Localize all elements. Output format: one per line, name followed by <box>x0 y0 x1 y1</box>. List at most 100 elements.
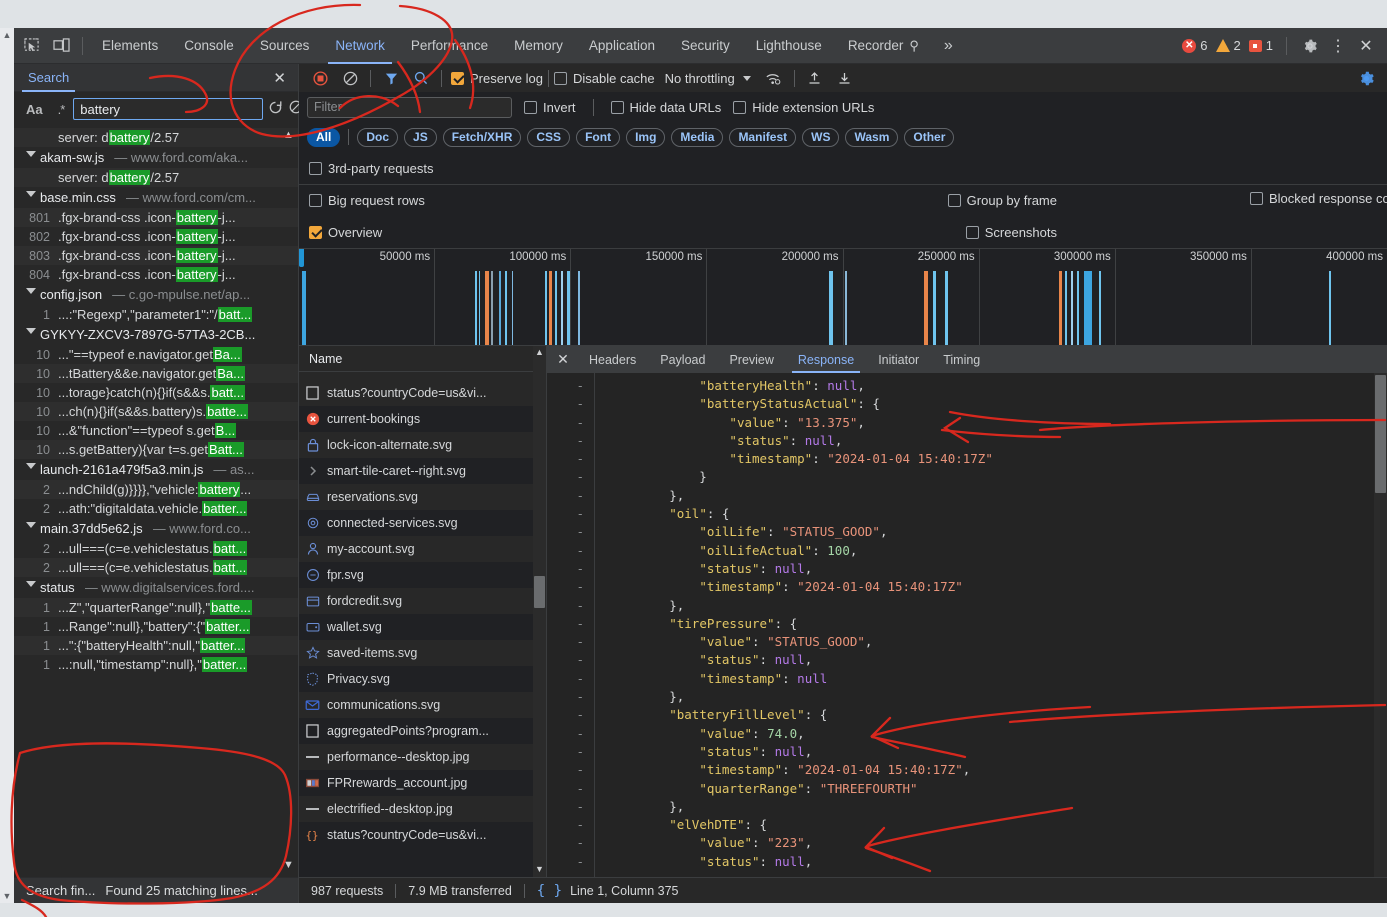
search-result-line[interactable]: 10...&"function"==typeof s.getB... <box>14 421 298 440</box>
tab-elements[interactable]: Elements <box>89 28 171 64</box>
caret-down-icon[interactable] <box>26 328 36 334</box>
tab-performance[interactable]: Performance <box>398 28 501 64</box>
type-filter-js[interactable]: JS <box>404 128 437 147</box>
search-result-line[interactable]: 801.fgx-brand-css .icon-battery-j... <box>14 208 298 227</box>
tab-initiator[interactable]: Initiator <box>866 346 931 373</box>
type-filter-wasm[interactable]: Wasm <box>845 128 898 147</box>
gear-icon[interactable] <box>1297 33 1323 59</box>
search-result-line[interactable]: 1...:"Regexp","parameter1":"/batt... <box>14 305 298 324</box>
search-results-list[interactable]: server: dbattery/2.57akam-sw.js— www.for… <box>14 126 298 877</box>
page-scrollbar[interactable]: ▲ ▼ <box>0 28 14 903</box>
caret-down-icon[interactable] <box>26 581 36 587</box>
caret-down-icon[interactable] <box>26 288 36 294</box>
preserve-log-checkbox[interactable]: Preserve log <box>451 71 543 86</box>
tab-application[interactable]: Application <box>576 28 668 64</box>
search-result-file[interactable]: status— www.digitalservices.ford.... <box>14 577 298 598</box>
search-result-file[interactable]: config.json— c.go-mpulse.net/ap... <box>14 284 298 305</box>
big-request-rows-checkbox[interactable]: Big request rows <box>309 193 425 208</box>
request-row[interactable]: reservations.svg <box>299 484 546 510</box>
refresh-icon[interactable] <box>267 99 284 120</box>
overview-checkbox[interactable]: Overview <box>309 225 382 240</box>
request-row[interactable]: status?countryCode=us&vi... <box>299 380 546 406</box>
regex-toggle[interactable]: .* <box>53 102 70 117</box>
warning-counter[interactable]: 2 <box>1213 38 1244 53</box>
request-row[interactable]: {}status?countryCode=us&vi... <box>299 822 546 848</box>
type-filter-font[interactable]: Font <box>576 128 620 147</box>
search-result-line[interactable]: 802.fgx-brand-css .icon-battery-j... <box>14 227 298 246</box>
record-stop-icon[interactable] <box>305 65 335 91</box>
tab-security[interactable]: Security <box>668 28 743 64</box>
search-result-line[interactable]: 1...:null,"timestamp":null},"batter... <box>14 655 298 674</box>
request-row[interactable]: performance--desktop.jpg <box>299 744 546 770</box>
import-har-icon[interactable] <box>800 65 830 91</box>
request-row[interactable]: fpr.svg <box>299 562 546 588</box>
scroll-up-arrow[interactable]: ▲ <box>3 28 12 42</box>
search-result-line[interactable]: 1...":{"batteryHealth":null,"batter... <box>14 636 298 655</box>
search-result-line[interactable]: 2...ath:"digitaldata.vehicle.batter... <box>14 499 298 518</box>
request-row[interactable]: lock-icon-alternate.svg <box>299 432 546 458</box>
type-filter-manifest[interactable]: Manifest <box>729 128 796 147</box>
search-icon[interactable] <box>406 65 436 91</box>
type-filter-doc[interactable]: Doc <box>357 128 398 147</box>
disable-cache-checkbox[interactable]: Disable cache <box>554 71 655 86</box>
type-filter-media[interactable]: Media <box>671 128 723 147</box>
filter-funnel-icon[interactable] <box>376 65 406 91</box>
pretty-print-icon[interactable]: { } <box>537 883 562 899</box>
scrollbar-thumb[interactable] <box>534 576 545 608</box>
request-row[interactable]: my-account.svg <box>299 536 546 562</box>
device-toolbar-icon[interactable] <box>46 32 76 60</box>
search-result-file[interactable]: GYKYY-ZXCV3-7897G-57TA3-2CB... <box>14 324 298 345</box>
close-icon[interactable]: ✕ <box>1353 33 1379 59</box>
filter-input[interactable] <box>307 97 512 118</box>
request-row[interactable]: communications.svg <box>299 692 546 718</box>
request-row[interactable]: fordcredit.svg <box>299 588 546 614</box>
search-result-file[interactable]: launch-2161a479f5a3.min.js— as... <box>14 459 298 480</box>
caret-down-icon[interactable] <box>26 463 36 469</box>
tab-preview[interactable]: Preview <box>717 346 785 373</box>
request-row[interactable]: aggregatedPoints?program... <box>299 718 546 744</box>
tab-headers[interactable]: Headers <box>577 346 648 373</box>
search-result-line[interactable]: 10...ch(n){}if(s&&s.battery)s.batte... <box>14 402 298 421</box>
request-list-scrollbar[interactable]: ▲ ▼ <box>533 346 546 877</box>
search-result-line[interactable]: 804.fgx-brand-css .icon-battery-j... <box>14 265 298 284</box>
type-filter-other[interactable]: Other <box>904 128 954 147</box>
request-row[interactable]: FPRrewards_account.jpg <box>299 770 546 796</box>
request-row[interactable]: saved-items.svg <box>299 640 546 666</box>
tab-memory[interactable]: Memory <box>501 28 576 64</box>
request-row[interactable]: electrified--desktop.jpg <box>299 796 546 822</box>
third-party-requests-checkbox[interactable]: 3rd-party requests <box>309 161 434 176</box>
type-filter-ws[interactable]: WS <box>802 128 839 147</box>
tab-response[interactable]: Response <box>786 346 866 373</box>
match-case-toggle[interactable]: Aa <box>20 102 49 117</box>
network-settings-gear-icon[interactable] <box>1351 65 1381 91</box>
type-filter-all[interactable]: All <box>307 128 340 147</box>
throttling-dropdown[interactable]: No throttling <box>665 71 751 86</box>
more-options-icon[interactable]: ⋮ <box>1325 33 1351 59</box>
search-input[interactable] <box>73 98 263 120</box>
request-row[interactable]: smart-tile-caret--right.svg <box>299 458 546 484</box>
search-result-line[interactable]: 1...Z","quarterRange":null},"batte... <box>14 598 298 617</box>
scrollbar-thumb[interactable] <box>1375 375 1386 493</box>
search-result-line[interactable]: 2...ndChild(g)}}}},"vehicle:battery... <box>14 480 298 499</box>
close-icon[interactable]: ✕ <box>549 351 577 368</box>
group-by-frame-checkbox[interactable]: Group by frame <box>948 193 1057 208</box>
search-result-line[interactable]: 803.fgx-brand-css .icon-battery-j... <box>14 246 298 265</box>
results-scroll-down[interactable]: ▼ <box>282 860 295 873</box>
scroll-down-arrow[interactable]: ▼ <box>3 889 12 903</box>
request-row[interactable]: connected-services.svg <box>299 510 546 536</box>
caret-down-icon[interactable] <box>26 151 36 157</box>
response-body-viewer[interactable]: --------------------------- "batteryHeal… <box>547 373 1387 877</box>
search-result-line[interactable]: 2...ull===(c=e.vehiclestatus.batt... <box>14 558 298 577</box>
search-result-line[interactable]: 1...Range":null},"battery":{"batter... <box>14 617 298 636</box>
request-row[interactable]: wallet.svg <box>299 614 546 640</box>
search-panel-tab[interactable]: Search <box>14 64 83 91</box>
tab-network[interactable]: Network <box>322 28 398 64</box>
scroll-up-arrow[interactable]: ▲ <box>534 347 545 359</box>
search-result-line[interactable]: 2...ull===(c=e.vehiclestatus.batt... <box>14 539 298 558</box>
search-result-line[interactable]: 10...s.getBattery){var t=s.getBatt... <box>14 440 298 459</box>
request-list-header[interactable]: Name <box>299 346 546 372</box>
network-conditions-icon[interactable] <box>759 65 789 91</box>
invert-checkbox[interactable]: Invert <box>524 100 576 115</box>
tab-console[interactable]: Console <box>171 28 247 64</box>
scroll-down-arrow[interactable]: ▼ <box>534 864 545 876</box>
